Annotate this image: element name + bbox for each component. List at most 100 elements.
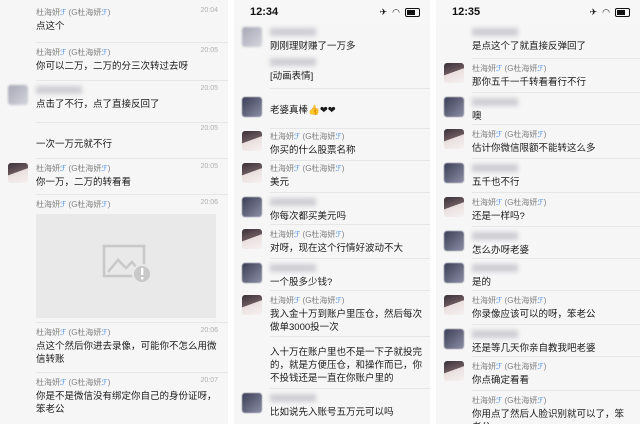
- message-text: 你用点了然后人脸识别就可以了，笨老公: [472, 409, 625, 424]
- avatar[interactable]: [444, 295, 464, 315]
- divider: [36, 194, 228, 195]
- avatar[interactable]: [444, 231, 464, 251]
- message-1[interactable]: 杜海妍ℱ (G杜海妍ℱ) 20:04 点这个: [0, 6, 228, 40]
- fish-icon: ℱ: [537, 396, 544, 405]
- message-3[interactable]: 噢: [436, 96, 640, 122]
- message-7[interactable]: 怎么办呀老婆: [436, 230, 640, 256]
- avatar[interactable]: [242, 163, 262, 183]
- message-text: 美元: [270, 177, 290, 188]
- message-3[interactable]: 老婆真棒👍❤❤: [234, 96, 430, 124]
- fish-icon: ℱ: [496, 396, 503, 405]
- message-5[interactable]: 杜海妍ℱ (G杜海妍ℱ) 美元: [234, 162, 430, 190]
- message-text: 你买的什么股票名称: [270, 145, 356, 156]
- avatar[interactable]: [444, 197, 464, 217]
- avatar[interactable]: [242, 229, 262, 249]
- avatar[interactable]: [444, 263, 464, 283]
- divider: [472, 324, 640, 325]
- avatar[interactable]: [8, 163, 28, 183]
- message-7[interactable]: 杜海妍ℱ (G杜海妍ℱ) 20:06 点这个然后你进去录像，可能你不怎么用微信转…: [0, 326, 228, 372]
- message-4[interactable]: 杜海妍ℱ (G杜海妍ℱ) 你买的什么股票名称: [234, 130, 430, 160]
- message-4[interactable]: 20:05 一次一万元就不行: [0, 124, 228, 156]
- message-11[interactable]: 比如说先入账号五万元可以吗: [234, 392, 430, 420]
- fish-icon: ℱ: [335, 230, 342, 239]
- fish-icon: ℱ: [537, 198, 544, 207]
- avatar[interactable]: [444, 361, 464, 381]
- message-12[interactable]: 杜海妍ℱ (G杜海妍ℱ) 你用点了然后人脸识别就可以了，笨老公: [436, 394, 640, 424]
- message-10[interactable]: 还是等几天你亲自教我吧老婆: [436, 328, 640, 354]
- message-header: 20:05: [36, 85, 218, 97]
- message-text: 一次一万元就不行: [36, 139, 113, 150]
- divider: [36, 80, 228, 81]
- message-7[interactable]: 杜海妍ℱ (G杜海妍ℱ) 对呀，现在这个行情好波动不大: [234, 228, 430, 256]
- avatar[interactable]: [444, 163, 464, 183]
- fish-icon: ℱ: [101, 48, 108, 57]
- message-header: [472, 329, 630, 341]
- message-8[interactable]: 是的: [436, 262, 640, 288]
- fish-icon: ℱ: [496, 64, 503, 73]
- message-5[interactable]: 杜海妍ℱ (G杜海妍ℱ) 20:05 你一万，二万的转看看: [0, 162, 228, 192]
- message-6[interactable]: 你每次都买美元吗: [234, 196, 430, 222]
- divider: [270, 88, 430, 89]
- fish-icon: ℱ: [537, 362, 544, 371]
- message-9[interactable]: 杜海妍ℱ (G杜海妍ℱ) 我入金十万到账户里压仓，然后每次做单3000投一次: [234, 294, 430, 334]
- message-text: 老婆真棒👍❤❤: [270, 105, 336, 116]
- avatar[interactable]: [444, 129, 464, 149]
- message-text: 你是不是微信没有绑定你自己的身份证呀，笨老公: [36, 391, 217, 415]
- chat-panel-1: 杜海妍ℱ (G杜海妍ℱ) 20:04 点这个 杜海妍ℱ (G杜海妍ℱ) 20:0…: [0, 0, 228, 424]
- wifi-icon: ◠: [602, 6, 610, 17]
- message-8[interactable]: 杜海妍ℱ (G杜海妍ℱ) 20:07 你是不是微信没有绑定你自己的身份证呀，笨老…: [0, 376, 228, 422]
- avatar[interactable]: [444, 329, 464, 349]
- avatar[interactable]: [242, 263, 262, 283]
- divider: [270, 192, 430, 193]
- message-text: 对呀，现在这个行情好波动不大: [270, 243, 404, 254]
- avatar[interactable]: [444, 63, 464, 83]
- message-1[interactable]: 是点这个了就直接反弹回了: [436, 26, 640, 54]
- divider: [270, 160, 430, 161]
- message-2[interactable]: 杜海妍ℱ (G杜海妍ℱ) 20:05 你可以二万，二万的分三次转过去呀: [0, 46, 228, 76]
- fish-icon: ℱ: [60, 8, 67, 17]
- message-text: 还是一样吗?: [472, 211, 525, 222]
- status-time: 12:34: [250, 6, 279, 18]
- message-text: 点这个: [36, 21, 65, 32]
- message-4[interactable]: 杜海妍ℱ (G杜海妍ℱ) 估计你微信限额不能转这么多: [436, 128, 640, 156]
- divider: [472, 92, 640, 93]
- fish-icon: ℱ: [537, 296, 544, 305]
- message-header: 杜海妍ℱ (G杜海妍ℱ): [472, 396, 547, 405]
- message-5[interactable]: 五千也不行: [436, 162, 640, 188]
- avatar[interactable]: [242, 295, 262, 315]
- divider: [36, 42, 228, 43]
- avatar[interactable]: [242, 197, 262, 217]
- message-1[interactable]: 刚刚理财赚了一万多: [234, 26, 430, 52]
- avatar[interactable]: [8, 85, 28, 105]
- avatar[interactable]: [444, 97, 464, 117]
- avatar[interactable]: [242, 27, 262, 47]
- message-text: 那你五千一千转看看行不行: [472, 77, 587, 88]
- message-header: 杜海妍ℱ (G杜海妍ℱ) 20:05: [36, 163, 218, 173]
- message-text: 怎么办呀老婆: [472, 245, 530, 256]
- message-text: 比如说先入账号五万元可以吗: [270, 407, 394, 418]
- message-2[interactable]: 杜海妍ℱ (G杜海妍ℱ) 那你五千一千转看看行不行: [436, 62, 640, 90]
- message-9[interactable]: 杜海妍ℱ (G杜海妍ℱ) 你录像应该可以的呀，笨老公: [436, 294, 640, 322]
- avatar[interactable]: [242, 131, 262, 151]
- message-8[interactable]: 一个股多少钱?: [234, 262, 430, 288]
- message-header: 杜海妍ℱ (G杜海妍ℱ): [472, 64, 547, 73]
- fish-icon: ℱ: [101, 8, 108, 17]
- image-placeholder[interactable]: [36, 214, 216, 318]
- fish-icon: ℱ: [60, 164, 67, 173]
- message-2[interactable]: [动画表情]: [234, 56, 430, 84]
- message-text: 你录像应该可以的呀，笨老公: [472, 309, 596, 320]
- message-header: [472, 263, 630, 275]
- fish-icon: ℱ: [101, 164, 108, 173]
- divider: [472, 58, 640, 59]
- avatar[interactable]: [242, 97, 262, 117]
- fish-icon: ℱ: [335, 296, 342, 305]
- message-11[interactable]: 杜海妍ℱ (G杜海妍ℱ) 你点确定看看: [436, 360, 640, 388]
- avatar[interactable]: [242, 393, 262, 413]
- message-3[interactable]: 20:05 点击了不行，点了直接反回了: [0, 84, 228, 118]
- message-header: [270, 197, 420, 209]
- fish-icon: ℱ: [496, 296, 503, 305]
- fish-icon: ℱ: [101, 378, 108, 387]
- message-10[interactable]: 入十万在账户里也不是一下子就投完的，就是方便压仓，和操作而已，你不投钱还是一直在…: [234, 340, 430, 386]
- message-6[interactable]: 杜海妍ℱ (G杜海妍ℱ) 还是一样吗?: [436, 196, 640, 224]
- message-6[interactable]: 杜海妍ℱ (G杜海妍ℱ) 20:06: [0, 198, 228, 322]
